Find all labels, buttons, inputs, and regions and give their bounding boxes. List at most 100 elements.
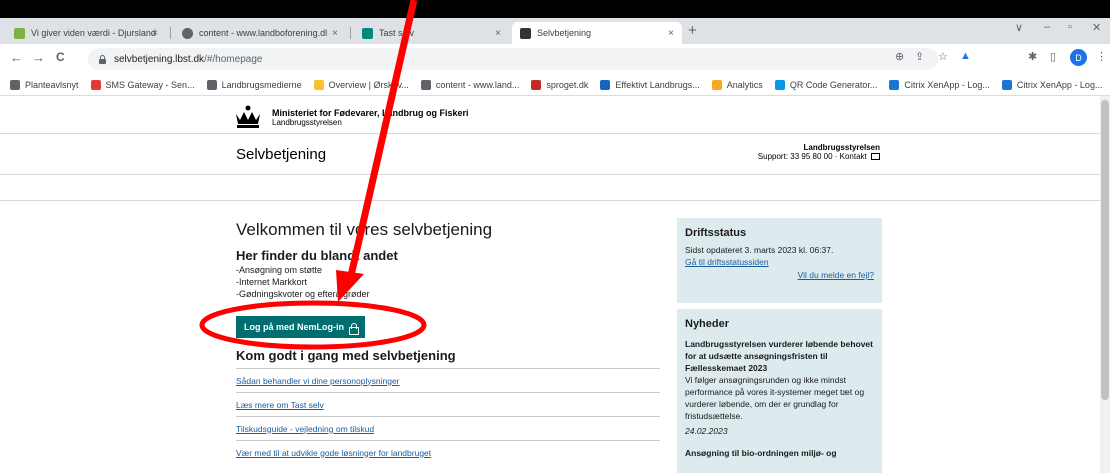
subheading: Her finder du blandt andet [236, 248, 398, 263]
profile-avatar[interactable]: D [1070, 49, 1087, 66]
restore-button[interactable]: ▫ [1068, 21, 1072, 33]
tab-selvbetjening[interactable]: Selvbetjening × [512, 22, 682, 44]
bookmark-label: Effektivt Landbrugs... [615, 79, 700, 90]
crown-icon [520, 27, 531, 39]
ministry-logo[interactable]: Ministeriet for Fødevarer, Landbrug og F… [232, 104, 469, 130]
list-item: -Gødningskvoter og efterafgrøder [236, 289, 370, 299]
bookmark-label: Landbrugsmedierne [221, 79, 302, 90]
news-title: Nyheder [685, 318, 730, 330]
drive-icon[interactable]: ▲ [960, 50, 971, 62]
bookmark-item[interactable]: Overview | Ørskov... [313, 79, 409, 90]
bookmark-icon [206, 79, 217, 90]
driftsstatus-panel: Driftsstatus Sidst opdateret 3. marts 20… [677, 218, 882, 303]
bookmark-label: SMS Gateway - Sen... [105, 79, 195, 90]
tab-title: content - www.landboforening.dl [199, 28, 328, 38]
bookmark-label: Overview | Ørskov... [328, 79, 409, 90]
bookmark-item[interactable]: content - www.land... [420, 79, 519, 90]
nemlogin-button[interactable]: Log på med NemLog-in [236, 316, 365, 338]
support-text[interactable]: Support: 33 95 80 00 · Kontakt [758, 152, 867, 161]
close-icon[interactable]: × [668, 28, 674, 39]
address-bar[interactable]: selvbetjening.lbst.dk/#/homepage [88, 48, 938, 70]
bookmark-item[interactable]: Analytics [711, 79, 763, 90]
page-scrollbar[interactable] [1100, 96, 1110, 473]
support-info: Landbrugsstyrelsen Support: 33 95 80 00 … [758, 143, 880, 161]
bookmark-item[interactable]: Planteavlsnyt [10, 79, 79, 90]
status-title: Driftsstatus [685, 227, 747, 239]
bookmark-icon [90, 79, 101, 90]
bookmark-icon [313, 79, 324, 90]
link-tast-selv[interactable]: Læs mere om Tast selv [236, 392, 660, 416]
bookmark-icon [711, 79, 722, 90]
close-window-button[interactable]: ✕ [1092, 21, 1101, 34]
bookmark-item[interactable]: Landbrugsmedierne [206, 79, 302, 90]
close-icon[interactable]: × [332, 28, 338, 39]
tab-content[interactable]: content - www.landboforening.dl × [174, 22, 346, 44]
bookmark-label: QR Code Generator... [789, 79, 878, 90]
menu-icon[interactable]: ⋮ [1096, 50, 1107, 63]
support-org: Landbrugsstyrelsen [803, 143, 880, 152]
bookmark-label: Planteavlsnyt [25, 79, 79, 90]
list-item: -Ansøgning om støtte [236, 265, 323, 275]
link-personoplysninger[interactable]: Sådan behandler vi dine personoplysninge… [236, 368, 660, 392]
bookmark-item[interactable]: Citrix XenApp - Log... [889, 79, 990, 90]
news-headline-2[interactable]: Ansøgning til bio-ordningen miljø- og [685, 447, 874, 459]
forward-button[interactable]: → [32, 50, 45, 65]
bookmark-label: Citrix XenApp - Log... [904, 79, 990, 90]
scrollbar-thumb[interactable] [1101, 100, 1109, 400]
lock-icon [349, 322, 359, 335]
ministry-subname: Landbrugsstyrelsen [272, 117, 342, 127]
report-error-link[interactable]: Vil du melde en fejl? [685, 270, 874, 280]
tab-title: Tast selv [379, 28, 415, 38]
guide-heading: Kom godt i gang med selvbetjening [236, 348, 456, 363]
bookmark-icon [10, 79, 20, 90]
login-button-label: Log på med NemLog-in [244, 322, 344, 332]
link-tilskudsguide[interactable]: Tilskudsguide - vejledning om tilskud [236, 416, 660, 440]
tab-djursland[interactable]: Vi giver viden værdi - Djursland × [6, 22, 166, 44]
bookmark-item[interactable]: Citrix XenApp - Log... [1001, 79, 1102, 90]
news-headline[interactable]: Landbrugsstyrelsen vurderer løbende beho… [685, 338, 874, 374]
bookmark-item[interactable]: QR Code Generator... [774, 79, 878, 90]
ministry-name: Ministeriet for Fødevarer, Landbrug og F… [272, 107, 469, 118]
screen-top-bar [0, 0, 1110, 18]
extensions-icon[interactable]: ✱ [1028, 50, 1037, 63]
tast-selv-icon [362, 27, 373, 39]
bookmarks-bar: Planteavlsnyt SMS Gateway - Sen... Landbru… [0, 74, 1110, 96]
back-button[interactable]: ← [10, 50, 23, 65]
status-page-link[interactable]: Gå til driftsstatussiden [685, 256, 874, 268]
tab-tast-selv[interactable]: Tast selv × [354, 22, 509, 44]
site-title[interactable]: Selvbetjening [236, 146, 326, 163]
link-udvikle-losninger[interactable]: Vær med til at udvikle gode løsninger fo… [236, 440, 660, 464]
leaf-icon [14, 27, 25, 39]
globe-icon [182, 27, 193, 39]
tab-bar: Vi giver viden værdi - Djursland × conte… [0, 18, 1110, 44]
new-tab-button[interactable]: + [688, 22, 697, 39]
minimize-button[interactable]: – [1044, 21, 1050, 33]
url-host: selvbetjening.lbst.dk [114, 53, 205, 65]
tab-title: Vi giver viden værdi - Djursland [31, 28, 156, 38]
bookmark-icon [600, 79, 611, 90]
news-date: 24.02.2023 [685, 426, 728, 436]
bookmark-item[interactable]: SMS Gateway - Sen... [90, 79, 195, 90]
contact-icon[interactable] [871, 153, 880, 161]
bookmark-icon [1001, 79, 1012, 90]
status-updated: Sidst opdateret 3. marts 2023 kl. 06:37. [685, 245, 834, 255]
news-panel: Nyheder Landbrugsstyrelsen vurderer løbe… [677, 309, 882, 473]
bookmark-item[interactable]: sproget.dk [531, 79, 589, 90]
bookmark-item[interactable]: Effektivt Landbrugs... [600, 79, 700, 90]
sidebar-icon[interactable]: ▯ [1050, 50, 1056, 63]
bookmark-icon [889, 79, 900, 90]
tab-search-icon[interactable]: ∨ [1015, 21, 1023, 34]
bookmark-label: Analytics [726, 79, 763, 90]
close-icon[interactable]: × [152, 28, 158, 39]
reload-button[interactable]: C [56, 50, 65, 64]
bookmark-icon [531, 79, 542, 90]
share-icon[interactable]: ⇪ [915, 50, 924, 63]
close-icon[interactable]: × [495, 28, 501, 39]
bookmark-star-icon[interactable]: ☆ [938, 50, 948, 63]
header-divider-2 [0, 174, 1110, 175]
tab-title: Selvbetjening [537, 28, 592, 38]
bookmark-label: sproget.dk [546, 79, 589, 90]
crown-icon [236, 105, 260, 128]
url-path: /#/homepage [204, 53, 263, 65]
zoom-icon[interactable]: ⊕ [895, 50, 904, 63]
